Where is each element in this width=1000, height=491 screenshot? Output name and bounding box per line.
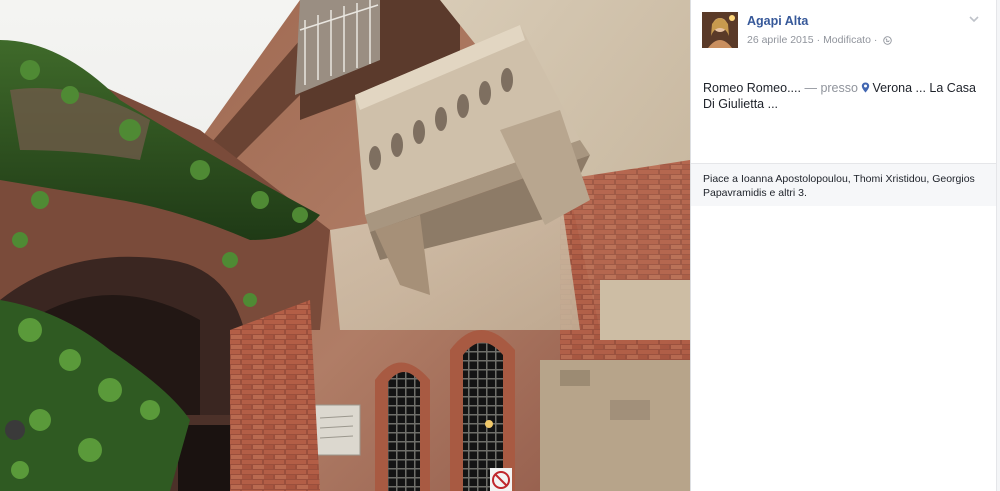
author-name[interactable]: Agapi Alta (747, 14, 808, 28)
map-pin-icon (862, 82, 870, 93)
likes-bar: Piace a Ioanna Apostolopoulou, Thomi Xri… (691, 163, 996, 206)
post-photo[interactable] (0, 0, 690, 491)
scrollbar[interactable] (996, 0, 1000, 491)
juliet-balcony-photo (0, 0, 690, 491)
likes-summary[interactable]: Piace a Ioanna Apostolopoulou, Thomi Xri… (703, 172, 988, 200)
post-sidebar: Agapi Alta 26 aprile 2015 · Modificato ·… (691, 0, 996, 491)
meta-separator: · (816, 34, 821, 46)
post-text: Romeo Romeo.... (703, 81, 801, 95)
avatar[interactable] (702, 12, 738, 48)
avatar-photo (702, 12, 738, 48)
chevron-down-icon[interactable] (967, 12, 981, 26)
post-meta: 26 aprile 2015 · Modificato · (747, 34, 893, 46)
post-message: Romeo Romeo.... — presso Verona ... La C… (703, 80, 988, 112)
globe-icon[interactable] (883, 35, 893, 45)
post-date[interactable]: 26 aprile 2015 (747, 34, 814, 46)
photo-viewer: Agapi Alta 26 aprile 2015 · Modificato ·… (0, 0, 1000, 491)
no-entry-sign-icon (490, 468, 512, 491)
meta-separator: · (873, 34, 878, 46)
with-dash: — (804, 81, 817, 95)
edited-label[interactable]: Modificato (823, 34, 871, 46)
post-header: Agapi Alta 26 aprile 2015 · Modificato · (702, 12, 987, 52)
presso-label: presso (820, 81, 858, 95)
